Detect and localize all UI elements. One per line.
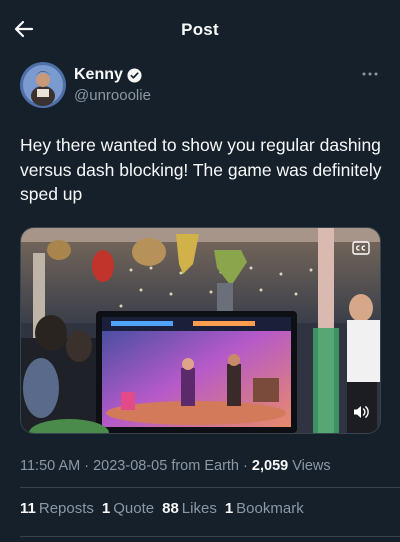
author-handle[interactable]: @unrooolie xyxy=(74,87,151,104)
verified-badge-icon xyxy=(127,67,142,83)
post-metadata: 11:50 AM · 2023-08-05 from Earth · 2,059… xyxy=(20,458,331,474)
bookmarks-stat[interactable]: 1 Bookmark xyxy=(225,500,304,517)
divider xyxy=(20,536,400,537)
reposts-stat[interactable]: 11 Reposts xyxy=(20,500,94,517)
divider xyxy=(20,487,400,488)
likes-stat[interactable]: 88 Likes xyxy=(162,500,217,517)
name-row: Kenny xyxy=(74,66,142,84)
video-player[interactable] xyxy=(20,227,381,434)
reposts-count: 11 xyxy=(20,500,36,517)
tweet-text: Hey there wanted to show you regular das… xyxy=(20,135,382,204)
post-author: Kenny @unrooolie xyxy=(20,62,380,110)
post-date[interactable]: 2023-08-05 xyxy=(93,458,167,474)
reposts-label: Reposts xyxy=(38,500,94,517)
quotes-count: 1 xyxy=(101,500,111,517)
quotes-label: Quote xyxy=(113,500,155,517)
engagement-stats: 11 Reposts 1 Quote 88 Likes 1 Bookmark xyxy=(20,500,304,517)
closed-captions-icon[interactable] xyxy=(352,241,370,255)
likes-count: 88 xyxy=(162,500,179,517)
top-bar: Post xyxy=(0,0,400,58)
likes-label: Likes xyxy=(181,500,217,517)
post-time[interactable]: 11:50 AM xyxy=(20,458,80,474)
author-name[interactable]: Kenny xyxy=(74,66,123,84)
views-label: Views xyxy=(292,458,331,474)
video-frame xyxy=(21,228,380,433)
quotes-stat[interactable]: 1 Quote xyxy=(102,500,154,517)
page-title: Post xyxy=(181,20,219,39)
bookmarks-count: 1 xyxy=(224,500,234,517)
meta-separator: · xyxy=(84,458,90,474)
meta-separator: · xyxy=(243,458,248,474)
avatar[interactable] xyxy=(20,62,66,108)
volume-icon[interactable] xyxy=(352,404,370,420)
post-source: from Earth xyxy=(171,458,239,474)
bookmarks-label: Bookmark xyxy=(236,500,304,517)
more-dots-icon[interactable] xyxy=(360,64,380,84)
views-count: 2,059 xyxy=(251,458,289,474)
